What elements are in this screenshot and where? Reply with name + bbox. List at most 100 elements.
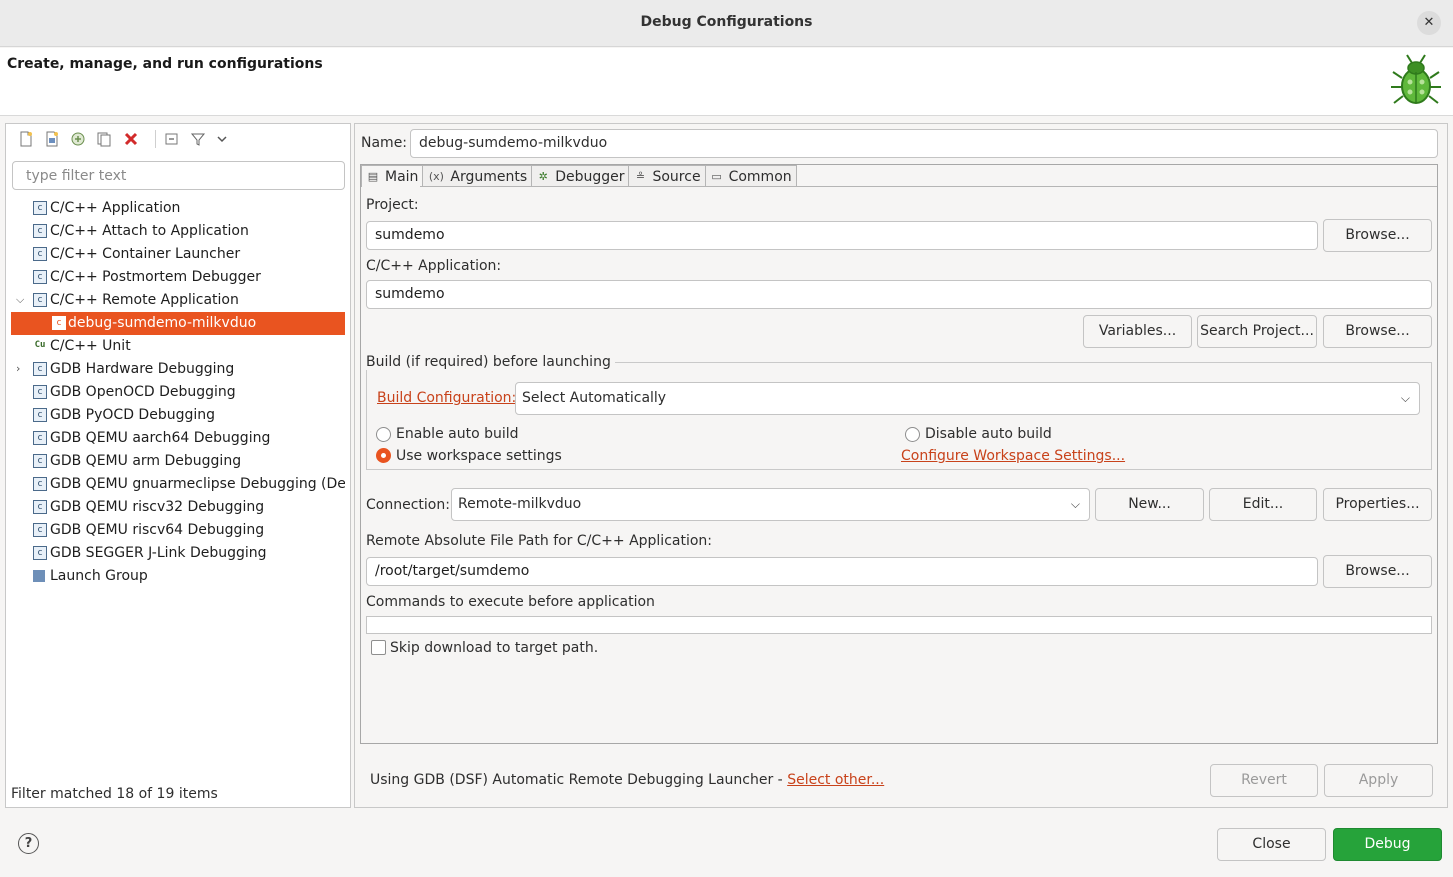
variables-button[interactable]: Variables... [1083, 315, 1192, 348]
browse-application-button[interactable]: Browse... [1323, 315, 1432, 348]
tree-item-label: GDB QEMU gnuarmeclipse Debugging (Depre [50, 476, 345, 492]
tree-item-label: GDB QEMU riscv32 Debugging [50, 499, 265, 515]
c-config-icon: c [33, 201, 47, 215]
launcher-info: Using GDB (DSF) Automatic Remote Debuggi… [370, 772, 884, 788]
main-tab-icon: ▤ [367, 169, 379, 183]
browse-remote-path-button[interactable]: Browse... [1323, 555, 1432, 588]
project-label: Project: [366, 197, 419, 213]
tree-item-cpp-container-launcher[interactable]: c C/C++ Container Launcher [11, 243, 345, 266]
configure-workspace-settings-link[interactable]: Configure Workspace Settings... [901, 448, 1125, 464]
filter-icon[interactable] [190, 131, 206, 147]
tree-item-label: GDB QEMU riscv64 Debugging [50, 522, 265, 538]
browse-project-button[interactable]: Browse... [1323, 219, 1432, 252]
name-label: Name: [361, 135, 408, 151]
tab-source[interactable]: ≗ Source [629, 165, 706, 187]
c-config-icon: c [33, 224, 47, 238]
connection-properties-button[interactable]: Properties... [1323, 488, 1432, 521]
collapsed-chevron-icon[interactable]: › [16, 362, 20, 375]
search-project-button[interactable]: Search Project... [1197, 315, 1317, 348]
configuration-editor: Name: debug-sumdemo-milkvduo ▤ Main (x) Ar… [354, 123, 1448, 808]
tree-item-label: C/C++ Container Launcher [50, 246, 241, 262]
tab-debugger[interactable]: ✲ Debugger [532, 165, 630, 187]
tree-item-gdb-qemu-arm[interactable]: c GDB QEMU arm Debugging [11, 450, 345, 473]
new-prototype-icon[interactable] [44, 131, 60, 147]
select-other-link[interactable]: Select other... [787, 772, 884, 788]
use-workspace-settings-radio[interactable] [376, 448, 391, 463]
use-workspace-settings-label: Use workspace settings [396, 448, 562, 464]
tree-item-cpp-unit[interactable]: Cu C/C++ Unit [11, 335, 345, 358]
tree-item-gdb-segger-jlink[interactable]: c GDB SEGGER J-Link Debugging [11, 542, 345, 565]
tab-main[interactable]: ▤ Main [361, 165, 424, 187]
tree-item-gdb-openocd[interactable]: c GDB OpenOCD Debugging [11, 381, 345, 404]
duplicate-configuration-icon[interactable] [96, 131, 112, 147]
commands-field[interactable] [366, 616, 1432, 634]
tree-item-gdb-qemu-riscv32[interactable]: c GDB QEMU riscv32 Debugging [11, 496, 345, 519]
disable-auto-build-label: Disable auto build [925, 426, 1052, 442]
help-icon[interactable]: ? [18, 833, 39, 854]
tab-divider [420, 186, 1437, 187]
tree-item-launch-group[interactable]: Launch Group [11, 565, 345, 588]
name-field[interactable]: debug-sumdemo-milkvduo [410, 129, 1438, 158]
tree-item-gdb-qemu-aarch64[interactable]: c GDB QEMU aarch64 Debugging [11, 427, 345, 450]
c-config-icon: c [33, 247, 47, 261]
build-configuration-value: Select Automatically [522, 390, 667, 406]
tree-item-label: GDB QEMU aarch64 Debugging [50, 430, 271, 446]
tree-item-label: GDB Hardware Debugging [50, 361, 235, 377]
filter-menu-chevron-icon[interactable] [214, 131, 230, 147]
application-field[interactable]: sumdemo [366, 280, 1432, 309]
close-window-button[interactable]: ✕ [1417, 11, 1441, 35]
window-titlebar: Debug Configurations ✕ [0, 0, 1453, 47]
tree-item-label: C/C++ Postmortem Debugger [50, 269, 261, 285]
tree-item-cpp-remote-application[interactable]: ⌵ c C/C++ Remote Application [11, 289, 345, 312]
tree-item-cpp-attach[interactable]: c C/C++ Attach to Application [11, 220, 345, 243]
build-configuration-link[interactable]: Build Configuration: [377, 390, 516, 406]
skip-download-checkbox[interactable] [371, 640, 386, 655]
tree-item-gdb-qemu-gnuarmeclipse[interactable]: c GDB QEMU gnuarmeclipse Debugging (Depr… [11, 473, 345, 496]
new-configuration-icon[interactable] [18, 131, 34, 147]
filter-input[interactable] [12, 161, 345, 190]
tree-item-cpp-application[interactable]: c C/C++ Application [11, 197, 345, 220]
commands-label: Commands to execute before application [366, 594, 655, 610]
connection-value: Remote-milkvduo [458, 496, 582, 512]
new-connection-button[interactable]: New... [1095, 488, 1204, 521]
configuration-list-panel: c C/C++ Application c C/C++ Attach to Ap… [5, 123, 351, 808]
tree-item-label: GDB QEMU arm Debugging [50, 453, 242, 469]
project-field[interactable]: sumdemo [366, 221, 1318, 250]
tab-arguments[interactable]: (x) Arguments [423, 165, 533, 187]
connection-label: Connection: [366, 497, 450, 513]
tab-label: Debugger [555, 168, 625, 185]
remote-path-field[interactable]: /root/target/sumdemo [366, 557, 1318, 586]
tree-item-label: C/C++ Application [50, 200, 181, 216]
debug-button[interactable]: Debug [1333, 828, 1442, 861]
edit-connection-button[interactable]: Edit... [1209, 488, 1317, 521]
close-button[interactable]: Close [1217, 828, 1326, 861]
export-configuration-icon[interactable] [70, 131, 86, 147]
tree-item-cpp-postmortem[interactable]: c C/C++ Postmortem Debugger [11, 266, 345, 289]
collapse-all-icon[interactable] [164, 131, 180, 147]
c-config-icon: c [33, 362, 47, 376]
expanded-chevron-icon[interactable]: ⌵ [16, 293, 24, 307]
revert-button[interactable]: Revert [1210, 764, 1318, 797]
c-config-icon: c [33, 477, 47, 491]
delete-configuration-icon[interactable] [123, 131, 139, 147]
enable-auto-build-radio[interactable] [376, 427, 391, 442]
tree-item-debug-sumdemo-milkvduo[interactable]: c debug-sumdemo-milkvduo [11, 312, 345, 335]
configuration-toolbar [6, 124, 350, 154]
configuration-tree: c C/C++ Application c C/C++ Attach to Ap… [6, 197, 345, 787]
tree-item-label: GDB OpenOCD Debugging [50, 384, 236, 400]
dialog-header: Create, manage, and run configurations [0, 48, 1453, 116]
tree-item-gdb-hardware[interactable]: › c GDB Hardware Debugging [11, 358, 345, 381]
apply-button[interactable]: Apply [1324, 764, 1433, 797]
remote-path-label: Remote Absolute File Path for C/C++ Appl… [366, 533, 713, 549]
tab-common[interactable]: ▭ Common [705, 165, 797, 187]
common-tab-icon: ▭ [711, 169, 722, 183]
tree-item-gdb-pyocd[interactable]: c GDB PyOCD Debugging [11, 404, 345, 427]
tree-item-label: Launch Group [50, 568, 148, 584]
build-configuration-select[interactable]: Select Automatically ⌵ [515, 382, 1420, 415]
c-config-icon: c [33, 270, 47, 284]
tree-item-gdb-qemu-riscv64[interactable]: c GDB QEMU riscv64 Debugging [11, 519, 345, 542]
disable-auto-build-radio[interactable] [905, 427, 920, 442]
arguments-tab-icon: (x) [428, 169, 444, 183]
connection-select[interactable]: Remote-milkvduo ⌵ [451, 488, 1090, 521]
tree-item-label: C/C++ Unit [50, 338, 131, 354]
